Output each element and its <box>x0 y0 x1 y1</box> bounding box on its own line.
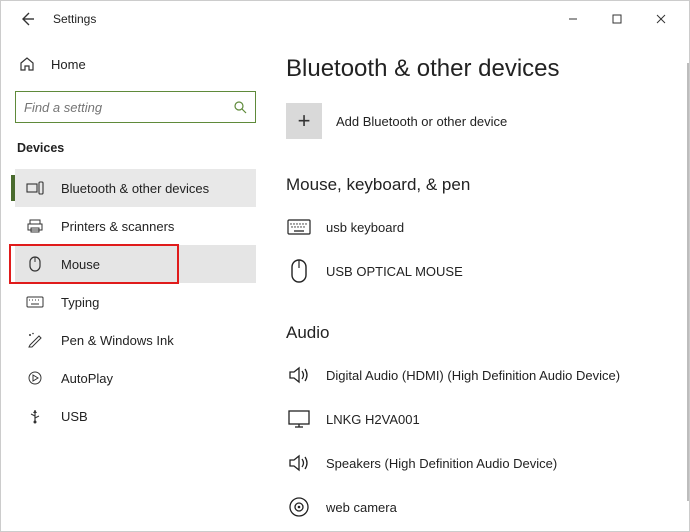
devices-icon <box>25 181 45 195</box>
home-link[interactable]: Home <box>17 47 256 81</box>
sidebar-item-label: Printers & scanners <box>61 219 174 234</box>
printer-icon <box>25 218 45 234</box>
autoplay-icon <box>25 370 45 386</box>
page-title: Bluetooth & other devices <box>286 55 675 83</box>
search-icon <box>233 100 247 114</box>
device-label: Digital Audio (HDMI) (High Definition Au… <box>326 368 620 383</box>
device-label: USB OPTICAL MOUSE <box>326 264 463 279</box>
group-title: Audio <box>286 323 675 343</box>
sidebar-item-label: Bluetooth & other devices <box>61 181 209 196</box>
camera-icon <box>286 496 312 518</box>
sidebar-item-label: Mouse <box>61 257 100 272</box>
mouse-icon <box>286 258 312 284</box>
sidebar-item-label: USB <box>61 409 88 424</box>
maximize-button[interactable] <box>595 4 639 34</box>
device-item[interactable]: Speakers (High Definition Audio Device) <box>286 441 675 485</box>
search-field[interactable] <box>24 100 233 115</box>
monitor-icon <box>286 409 312 429</box>
speaker-icon <box>286 453 312 473</box>
add-device-label: Add Bluetooth or other device <box>336 114 507 129</box>
group-title: Mouse, keyboard, & pen <box>286 175 675 195</box>
keyboard-icon <box>286 219 312 235</box>
device-label: usb keyboard <box>326 220 404 235</box>
search-input[interactable] <box>15 91 256 123</box>
usb-icon <box>25 408 45 424</box>
sidebar-item-typing[interactable]: Typing <box>15 283 256 321</box>
sidebar-item-label: AutoPlay <box>61 371 113 386</box>
keyboard-icon <box>25 296 45 308</box>
sidebar: Home Devices Bluetooth & other devices P… <box>1 37 266 531</box>
device-label: web camera <box>326 500 397 515</box>
device-item[interactable]: USB OPTICAL MOUSE <box>286 249 675 293</box>
device-item[interactable]: usb keyboard <box>286 205 675 249</box>
home-icon <box>17 56 37 72</box>
pen-icon <box>25 332 45 348</box>
mouse-icon <box>25 256 45 272</box>
home-label: Home <box>51 57 86 72</box>
device-label: Speakers (High Definition Audio Device) <box>326 456 557 471</box>
device-item[interactable]: LNKG H2VA001 <box>286 397 675 441</box>
window-title: Settings <box>53 12 96 26</box>
back-arrow-icon <box>19 11 35 27</box>
device-item[interactable]: Digital Audio (HDMI) (High Definition Au… <box>286 353 675 397</box>
main-content: Bluetooth & other devices + Add Bluetoot… <box>266 37 689 531</box>
sidebar-item-mouse[interactable]: Mouse <box>15 245 256 283</box>
plus-icon: + <box>286 103 322 139</box>
device-label: LNKG H2VA001 <box>326 412 420 427</box>
close-button[interactable] <box>639 4 683 34</box>
minimize-icon <box>568 14 578 24</box>
add-device-button[interactable]: + Add Bluetooth or other device <box>286 103 675 139</box>
sidebar-section-header: Devices <box>17 141 256 155</box>
sidebar-item-pen[interactable]: Pen & Windows Ink <box>15 321 256 359</box>
speaker-icon <box>286 365 312 385</box>
sidebar-item-printers[interactable]: Printers & scanners <box>15 207 256 245</box>
back-button[interactable] <box>13 5 41 33</box>
minimize-button[interactable] <box>551 4 595 34</box>
sidebar-item-label: Typing <box>61 295 99 310</box>
scrollbar[interactable] <box>687 63 689 501</box>
window-controls <box>551 4 683 34</box>
device-item[interactable]: web camera <box>286 485 675 529</box>
sidebar-item-autoplay[interactable]: AutoPlay <box>15 359 256 397</box>
titlebar: Settings <box>1 1 689 37</box>
maximize-icon <box>612 14 622 24</box>
close-icon <box>656 14 666 24</box>
sidebar-item-label: Pen & Windows Ink <box>61 333 174 348</box>
sidebar-item-usb[interactable]: USB <box>15 397 256 435</box>
sidebar-item-bluetooth[interactable]: Bluetooth & other devices <box>15 169 256 207</box>
